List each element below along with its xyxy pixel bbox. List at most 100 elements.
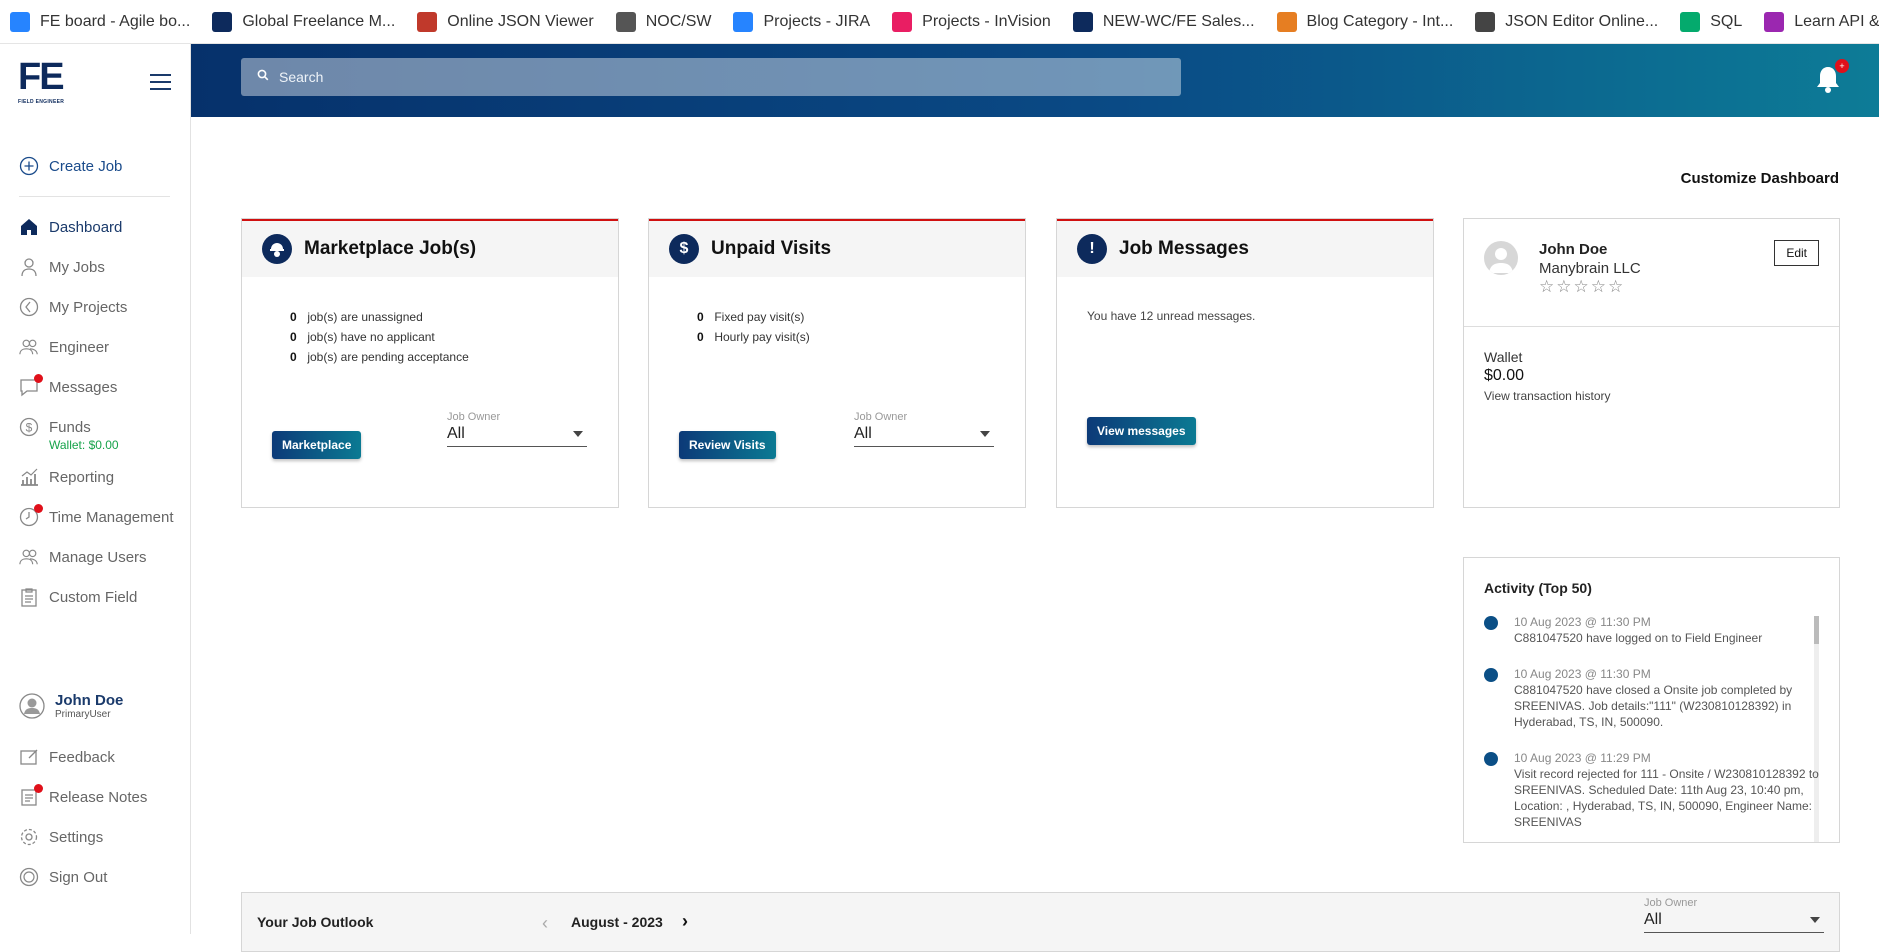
- bookmark-label: NOC/SW: [645, 12, 712, 30]
- dollar-circle-icon: $: [669, 234, 699, 264]
- job-owner-select[interactable]: Job Owner All: [447, 411, 587, 447]
- sidebar-item-time-management[interactable]: Time Management: [19, 504, 174, 527]
- notification-badge: +: [1835, 59, 1849, 73]
- sidebar-item-custom-field[interactable]: Custom Field: [19, 587, 137, 607]
- bookmark-item[interactable]: Blog Category - Int...: [1276, 0, 1454, 44]
- sidebar-item-messages[interactable]: Messages: [19, 374, 117, 397]
- sidebar-user[interactable]: John Doe PrimaryUser: [19, 692, 123, 720]
- avatar: [1484, 241, 1518, 275]
- transaction-history-link[interactable]: View transaction history: [1484, 389, 1611, 403]
- sidebar-item-engineer[interactable]: Engineer: [19, 337, 109, 357]
- bookmark-label: Blog Category - Int...: [1306, 12, 1454, 30]
- chevron-left-icon[interactable]: ‹: [542, 913, 548, 934]
- w3schools-icon: [1680, 11, 1701, 32]
- profile-card: John Doe Manybrain LLC ☆☆☆☆☆ Edit Wallet…: [1463, 218, 1840, 508]
- job-owner-select[interactable]: Job Owner All: [854, 411, 994, 447]
- job-messages-card: ! Job Messages You have 12 unread messag…: [1056, 218, 1434, 508]
- fe-logo-icon: [212, 11, 233, 32]
- job-outlook-panel: Your Job Outlook ‹ August - 2023 › Job O…: [241, 892, 1840, 952]
- bookmark-item[interactable]: Projects - JIRA: [733, 0, 870, 44]
- marketplace-button[interactable]: Marketplace: [272, 431, 362, 459]
- jira-diamond-icon: [10, 11, 30, 32]
- sidebar-item-reporting[interactable]: Reporting: [19, 467, 114, 487]
- job-owner-select[interactable]: Job Owner All: [1644, 897, 1824, 933]
- activity-card: Activity (Top 50) 10 Aug 2023 @ 11:30 PM…: [1463, 557, 1840, 843]
- sidebar-item-label: Feedback: [49, 748, 115, 766]
- chevron-down-icon: [1810, 917, 1820, 923]
- feedback-icon: [19, 747, 39, 767]
- jira-diamond-icon: [733, 11, 754, 32]
- job-owner-label: Job Owner: [447, 411, 501, 423]
- sidebar-item-dashboard[interactable]: Dashboard: [19, 217, 122, 237]
- sidebar-user-name: John Doe: [55, 692, 124, 709]
- bookmark-label: SQL: [1710, 12, 1743, 30]
- notifications-bell-icon[interactable]: +: [1815, 59, 1849, 94]
- bookmark-item[interactable]: Global Freelance M...: [212, 0, 395, 44]
- stat-row: 0 job(s) are unassigned: [290, 310, 423, 324]
- chevron-down-icon: [573, 431, 583, 437]
- notification-dot: [34, 374, 43, 383]
- sidebar-item-settings[interactable]: Settings: [19, 827, 103, 847]
- json-editor-icon: [1475, 11, 1496, 32]
- bookmark-item[interactable]: NEW-WC/FE Sales...: [1072, 0, 1255, 44]
- notification-dot: [34, 504, 43, 513]
- bookmark-item[interactable]: FE board - Agile bo...: [10, 0, 190, 44]
- logo-subtitle: FIELD ENGINEER: [18, 99, 65, 105]
- chat-icon: [19, 374, 43, 397]
- plus-circle-icon: [19, 156, 39, 176]
- clipboard-icon: [19, 587, 39, 607]
- bookmark-item[interactable]: SQL: [1680, 0, 1742, 44]
- activity-title: Activity (Top 50): [1484, 580, 1592, 596]
- create-job-button[interactable]: Create Job: [19, 156, 122, 176]
- hamburger-menu-icon[interactable]: [150, 74, 171, 90]
- sidebar-item-my-jobs[interactable]: My Jobs: [19, 257, 105, 277]
- chevron-right-icon[interactable]: ›: [682, 911, 688, 932]
- blog-icon: [1276, 11, 1297, 32]
- timeline-dot: [1484, 668, 1498, 682]
- bookmark-label: Learn API & Webse...: [1794, 12, 1879, 30]
- edit-profile-button[interactable]: Edit: [1774, 240, 1819, 266]
- sidebar-item-manage-users[interactable]: Manage Users: [19, 547, 147, 567]
- sidebar-item-sign-out[interactable]: Sign Out: [19, 867, 107, 887]
- sidebar-item-label: Funds: [49, 418, 91, 436]
- bookmark-item[interactable]: NOC/SW: [615, 0, 712, 44]
- bookmark-label: Global Freelance M...: [242, 12, 396, 30]
- invision-icon: [892, 11, 913, 32]
- unpaid-stats: 0 Fixed pay visit(s) 0 Hourly pay visit(…: [697, 307, 810, 347]
- bookmark-item[interactable]: Learn API & Webse...: [1764, 0, 1879, 44]
- wallet-label: Wallet: [1484, 349, 1523, 365]
- card-title: Marketplace Job(s): [304, 238, 477, 259]
- sidebar-item-label: Time Management: [49, 508, 174, 526]
- gear-icon: [19, 827, 39, 847]
- engineer-icon: [19, 337, 39, 357]
- svg-text:$: $: [26, 421, 33, 435]
- bookmark-label: NEW-WC/FE Sales...: [1102, 12, 1255, 30]
- view-messages-button[interactable]: View messages: [1087, 417, 1196, 445]
- clock-icon: [19, 504, 43, 527]
- list-item: 10 Aug 2023 @ 11:30 PM C881047520 have c…: [1484, 666, 1824, 730]
- job-owner-label: Job Owner: [854, 411, 908, 423]
- bookmark-item[interactable]: JSON Editor Online...: [1475, 0, 1658, 44]
- list-item: 10 Aug 2023 @ 11:29 PM Visit record reje…: [1484, 750, 1824, 830]
- bookmark-item[interactable]: Online JSON Viewer: [417, 0, 594, 44]
- stat-row: 0 Hourly pay visit(s): [697, 330, 810, 344]
- json-viewer-icon: [417, 11, 438, 32]
- sidebar-item-release-notes[interactable]: Release Notes: [19, 784, 147, 807]
- unread-messages-text: You have 12 unread messages.: [1087, 309, 1256, 323]
- outlook-month: August - 2023: [571, 914, 663, 930]
- sidebar-item-feedback[interactable]: Feedback: [19, 747, 115, 767]
- outlook-title: Your Job Outlook: [257, 914, 374, 930]
- sidebar-item-label: Dashboard: [49, 218, 123, 236]
- sidebar-item-funds[interactable]: $ Funds: [19, 417, 91, 437]
- search-bar[interactable]: [241, 58, 1181, 96]
- search-input[interactable]: [279, 69, 1159, 85]
- review-visits-button[interactable]: Review Visits: [679, 431, 776, 459]
- bookmark-item[interactable]: Projects - InVision: [892, 0, 1051, 44]
- customize-dashboard-link[interactable]: Customize Dashboard: [1681, 170, 1839, 187]
- fe-logo[interactable]: FE FIELD ENGINEER: [18, 58, 66, 108]
- card-header: ! Job Messages: [1057, 219, 1433, 277]
- users-icon: [19, 547, 39, 567]
- sidebar-item-label: My Jobs: [49, 258, 105, 276]
- job-owner-label: Job Owner: [1644, 897, 1698, 909]
- sidebar-item-my-projects[interactable]: My Projects: [19, 297, 127, 317]
